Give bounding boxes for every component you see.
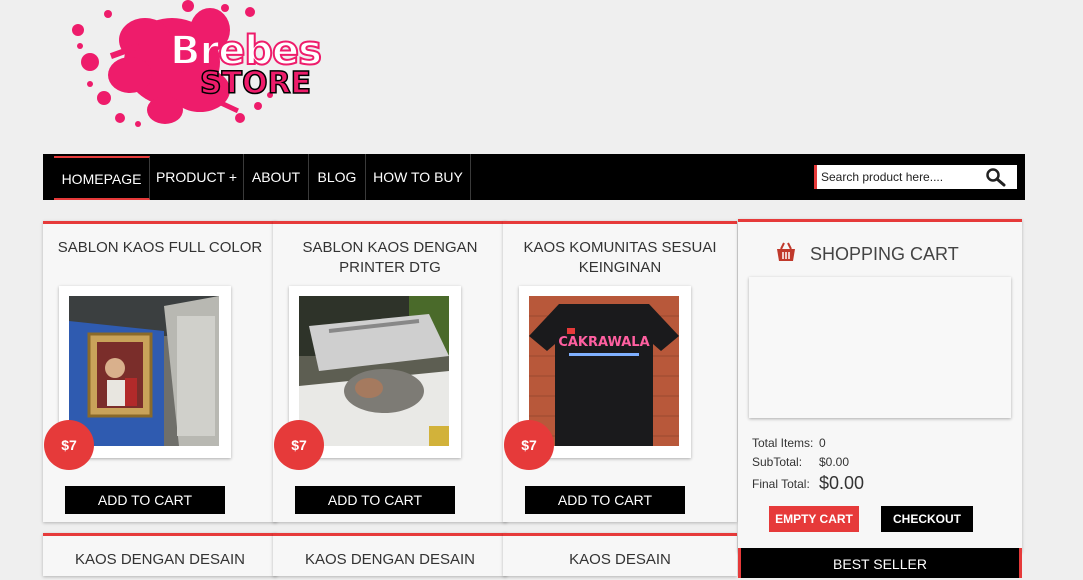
product-card: SABLON KAOS FULL COLOR $7 ADD TO CART — [43, 221, 277, 522]
shirt-print-text: CAKRAWALA — [558, 335, 649, 350]
cart-title: SHOPPING CART — [810, 244, 959, 264]
nav-item-how-to-buy[interactable]: HOW TO BUY — [366, 154, 471, 200]
search-icon[interactable] — [985, 167, 1007, 187]
price-badge: $7 — [504, 420, 554, 470]
empty-cart-button[interactable]: EMPTY CART — [769, 506, 859, 532]
product-title[interactable]: KAOS DENGAN DESAIN — [283, 550, 497, 570]
product-card: SABLON KAOS DENGAN PRINTER DTG $7 ADD TO… — [273, 221, 507, 522]
nav-item-homepage[interactable]: HOMEPAGE — [54, 156, 150, 200]
add-to-cart-button[interactable]: ADD TO CART — [525, 486, 685, 514]
store-logo[interactable]: Brebes STORE — [60, 0, 340, 130]
total-items-value: 0 — [819, 436, 826, 450]
basket-icon — [777, 242, 795, 261]
logo-store-text: STORE — [199, 65, 312, 102]
price-badge: $7 — [274, 420, 324, 470]
subtotal-value: $0.00 — [819, 455, 850, 469]
shopping-cart-panel: SHOPPING CART Total Items: 0 SubTotal: $… — [738, 219, 1022, 552]
product-image[interactable] — [299, 296, 449, 446]
product-title[interactable]: KAOS KOMUNITAS SESUAI KEINGINAN — [513, 238, 727, 278]
product-title[interactable]: SABLON KAOS FULL COLOR — [53, 238, 267, 258]
product-title[interactable]: SABLON KAOS DENGAN PRINTER DTG — [283, 238, 497, 278]
nav-item-about[interactable]: ABOUT — [244, 154, 309, 200]
search-input[interactable] — [821, 168, 981, 186]
product-card: KAOS DENGAN DESAIN — [273, 533, 507, 576]
final-total-value: $0.00 — [819, 473, 865, 493]
price-badge: $7 — [44, 420, 94, 470]
product-card: KAOS KOMUNITAS SESUAI KEINGINAN CAKRAWAL… — [503, 221, 737, 522]
nav-item-product[interactable]: PRODUCT + — [150, 154, 244, 200]
best-seller-header: BEST SELLER — [738, 548, 1022, 578]
nav-item-blog[interactable]: BLOG — [309, 154, 366, 200]
product-title[interactable]: KAOS DESAIN — [513, 550, 727, 570]
cart-items-area — [749, 277, 1011, 418]
add-to-cart-button[interactable]: ADD TO CART — [65, 486, 225, 514]
product-card: KAOS DENGAN DESAIN — [43, 533, 277, 576]
final-total-label: Final Total: — [752, 477, 810, 491]
product-title[interactable]: KAOS DENGAN DESAIN — [53, 550, 267, 570]
subtotal-label: SubTotal: — [752, 455, 803, 469]
checkout-button[interactable]: CHECKOUT — [881, 506, 973, 532]
add-to-cart-button[interactable]: ADD TO CART — [295, 486, 455, 514]
product-card: KAOS DESAIN — [503, 533, 737, 576]
total-items-label: Total Items: — [752, 436, 814, 450]
search-box — [814, 165, 1017, 189]
product-image[interactable]: CAKRAWALA — [529, 296, 679, 446]
product-image[interactable] — [69, 296, 219, 446]
